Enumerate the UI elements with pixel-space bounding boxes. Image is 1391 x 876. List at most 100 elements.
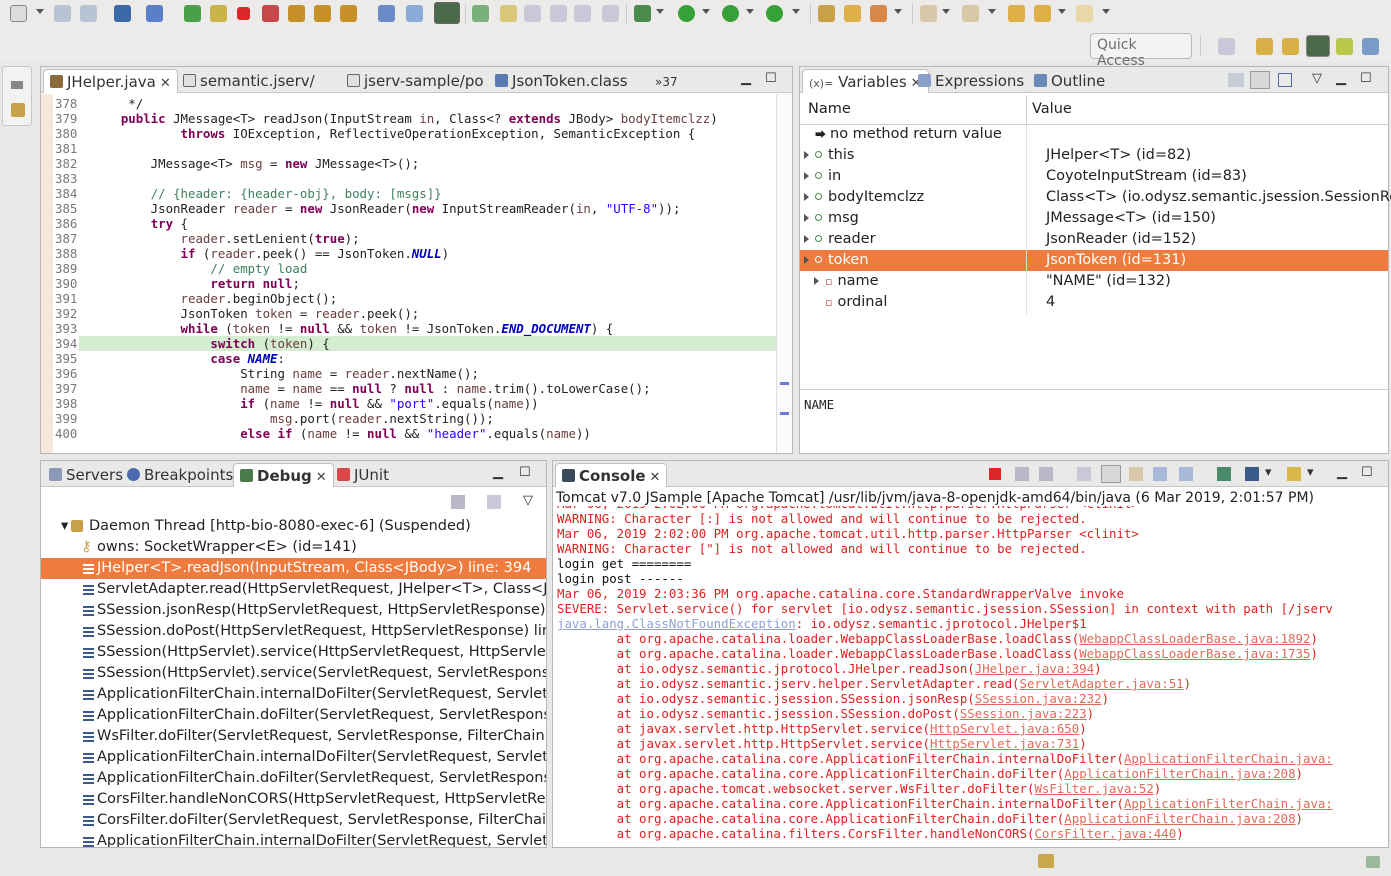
console-line[interactable]: login post ------ [557,571,684,586]
code-area[interactable]: 378 */379 public JMessage<T> readJson(In… [41,94,776,453]
console-line[interactable]: Mar 06, 2019 2:02:00 PM org.apache.tomca… [557,526,1139,541]
maximize-icon[interactable]: ☐ [519,465,531,480]
variable-row[interactable]: this JHelper<T> (id=82) [800,145,1388,166]
code-line[interactable]: 391 reader.beginObject(); [41,291,776,306]
display-console-icon[interactable] [1245,467,1259,481]
stacktrace-link[interactable]: WebappClassLoaderBase.java:1892 [1079,631,1310,646]
next-annotation-dropdown-icon[interactable] [942,9,950,14]
code-line[interactable]: 380 throws IOException, ReflectiveOperat… [41,126,776,141]
debug-icon[interactable] [634,5,651,22]
brush-icon[interactable] [500,5,517,22]
close-icon[interactable]: ✕ [316,470,327,485]
back-dropdown-icon[interactable] [1058,9,1066,14]
console-line[interactable]: WARNING: Character ["] is not allowed an… [557,541,1087,556]
console-line[interactable]: at org.apache.catalina.core.ApplicationF… [557,811,1303,826]
code-line[interactable]: 389 // empty load [41,261,776,276]
expand-icon[interactable] [804,214,809,222]
stack-frame-row[interactable]: ApplicationFilterChain.internalDoFilter(… [41,684,546,705]
tab-semantic-jserv[interactable]: semantic.jserv/ [177,69,321,93]
use-step-filters-icon[interactable] [406,5,423,22]
new-icon[interactable] [10,5,27,22]
expand-icon[interactable] [804,235,809,243]
progress-icon[interactable] [1366,856,1380,868]
console-line[interactable]: SEVERE: Servlet.service() for servlet [i… [557,601,1333,616]
console-output[interactable]: Mar 06, 2019 2:02:00 PM org.apache.tomca… [555,506,1388,847]
forward-dropdown-icon[interactable] [1102,9,1110,14]
stacktrace-link[interactable]: java.lang.ClassNotFoundException [557,616,796,631]
run-server-icon[interactable] [766,5,783,22]
forward-icon[interactable] [1076,5,1093,22]
open-console-dropdown-icon[interactable]: ▾ [1307,465,1314,480]
team-perspective-icon[interactable] [1362,38,1379,55]
code-line[interactable]: 386 try { [41,216,776,231]
console-line[interactable]: at org.apache.catalina.core.ApplicationF… [557,751,1333,766]
code-line[interactable]: 385 JsonReader reader = new JsonReader(n… [41,201,776,216]
step-over-icon[interactable] [314,5,331,22]
toggle-icon[interactable] [524,5,541,22]
tab-jhelper[interactable]: JHelper.java ✕ [43,69,178,93]
code-line[interactable]: 382 JMessage<T> msg = new JMessage<T>(); [41,156,776,171]
maximize-icon[interactable]: ☐ [1361,465,1373,480]
detail-pane[interactable]: NAME [804,397,834,412]
close-icon[interactable]: ✕ [160,76,171,91]
debug-perspective-active-icon[interactable] [1306,35,1330,57]
console-line[interactable]: at org.apache.catalina.filters.CorsFilte… [557,826,1184,841]
variable-row[interactable]: ⮕ no method return value [800,124,1388,145]
stacktrace-link[interactable]: SSession.java:223 [960,706,1087,721]
new-dropdown-icon[interactable] [36,9,44,14]
drop-to-frame-icon[interactable] [378,5,395,22]
package-explorer-icon[interactable] [11,103,25,117]
minimize-icon[interactable]: ▁ [1337,465,1347,480]
console-line[interactable]: java.lang.ClassNotFoundException: io.ody… [557,616,1087,631]
coverage-dropdown-icon[interactable] [746,9,754,14]
resume-icon[interactable] [184,5,201,22]
variable-row[interactable]: msg JMessage<T> (id=150) [800,208,1388,229]
view-menu-icon[interactable]: ▽ [523,493,533,508]
tab-console[interactable]: Console ✕ [555,463,668,487]
stacktrace-link[interactable]: HttpServlet.java:731 [930,736,1079,751]
terminate-icon[interactable] [989,468,1001,480]
minimize-icon[interactable]: ▁ [493,465,503,480]
console-line[interactable]: at javax.servlet.http.HttpServlet.servic… [557,721,1087,736]
word-wrap-icon[interactable] [1129,467,1143,481]
code-line[interactable]: 383 [41,171,776,186]
pencil-dropdown-icon[interactable] [894,9,902,14]
back-icon[interactable] [1034,5,1051,22]
stack-frame-row[interactable]: CorsFilter.handleNonCORS(HttpServletRequ… [41,789,546,810]
tab-variables[interactable]: (x)= Variables ✕ [802,69,929,93]
stacktrace-link[interactable]: ApplicationFilterChain.java: [1124,796,1333,811]
console-line[interactable]: at javax.servlet.http.HttpServlet.servic… [557,736,1087,751]
display-console-dropdown-icon[interactable]: ▾ [1265,465,1272,480]
variable-row[interactable]: in CoyoteInputStream (id=83) [800,166,1388,187]
expand-icon[interactable] [804,172,809,180]
view-menu-icon[interactable]: ▽ [1312,71,1322,86]
stack-frame-row[interactable]: ServletAdapter.read(HttpServletRequest, … [41,579,546,600]
maximize-icon[interactable]: ☐ [1360,71,1372,86]
tab-junit[interactable]: JUnit [331,463,395,487]
variable-row[interactable]: token JsonToken (id=131) [800,250,1388,271]
next-annotation-icon[interactable] [920,5,937,22]
stack-frame-row[interactable]: ApplicationFilterChain.internalDoFilter(… [41,747,546,768]
tab-servers[interactable]: Servers [43,463,129,487]
ext-tool-icon[interactable] [472,5,489,22]
variable-row[interactable]: bodyItemclzz Class<T> (io.odysz.semantic.… [800,187,1391,208]
tab-outline[interactable]: Outline [1028,69,1111,93]
collapse-icon[interactable]: ▾ [61,516,68,537]
open-task-icon[interactable] [574,5,591,22]
step-into-icon[interactable] [288,5,305,22]
console-line[interactable]: at org.apache.catalina.loader.WebappClas… [557,646,1318,661]
stacktrace-link[interactable]: ServletAdapter.java:51 [1020,676,1184,691]
save-all-icon[interactable] [80,5,97,22]
stacktrace-link[interactable]: ApplicationFilterChain.java: [1124,751,1333,766]
scroll-lock-icon[interactable] [1101,465,1121,483]
pin-console-icon[interactable] [1217,467,1231,481]
open-perspective-icon[interactable] [1218,38,1235,55]
column-name[interactable]: Name [808,101,851,117]
stack-frame-row[interactable]: ApplicationFilterChain.internalDoFilter(… [41,831,546,847]
skip-breakpoints-icon[interactable] [146,5,163,22]
minimize-icon[interactable]: ▁ [1336,71,1346,86]
quick-access-input[interactable]: Quick Access [1090,33,1192,69]
expand-icon[interactable] [804,193,809,201]
code-line[interactable]: 378 */ [41,96,776,111]
code-line[interactable]: 390 return null; [41,276,776,291]
